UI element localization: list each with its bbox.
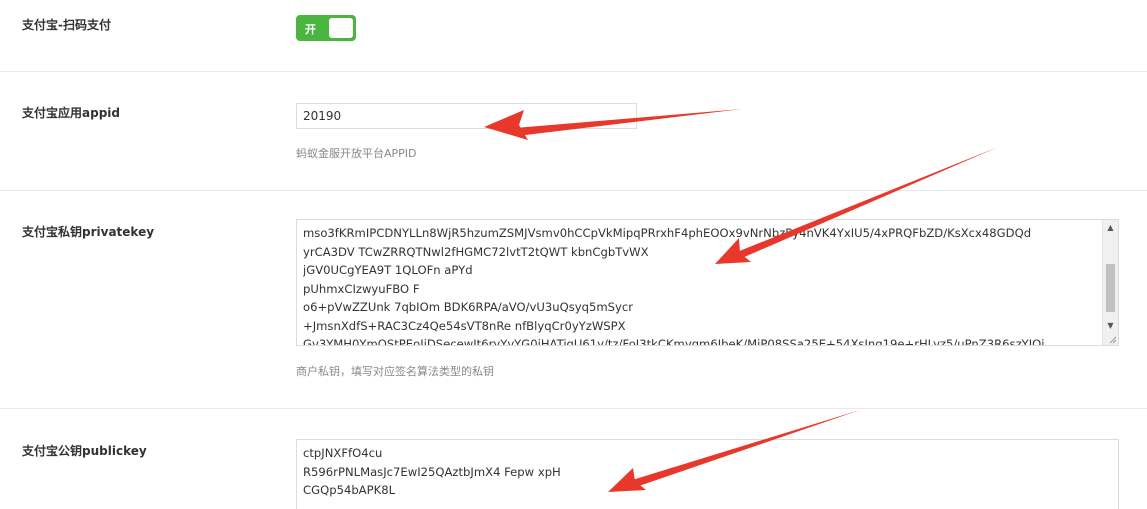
private-key-line: pUhmxCIzwyuFBO F <box>303 281 420 296</box>
private-key-textarea[interactable]: mso3fKRmIPCDNYLLn8WjR5hzumZSMJVsmv0hCCpV… <box>296 219 1119 346</box>
public-key-line: R596rPNLMasJc7EwI25QAztbJmX4 Fepw xpH <box>303 464 561 479</box>
private-key-line: Gv3YMH0YmOStPEoJiDSecewIt6ryYvYG0iHATigU… <box>303 337 1045 346</box>
private-key-line: o6+pVwZZUnk 7qbIOm BDK6RPA/aVO/vU3uQsyq5… <box>303 300 634 314</box>
toggle-on-text: 开 <box>305 23 316 36</box>
scroll-up-icon[interactable]: ▲ <box>1103 220 1118 235</box>
public-key-line: CGQp54bAPK8L <box>303 483 396 497</box>
private-key-line: yrCA3DV TCwZRRQTNwl2fHGMC72lvtT2tQWT kbn… <box>303 244 649 259</box>
public-key-textarea[interactable]: ctpJNXFfO4cu R596rPNLMasJc7EwI25QAztbJmX… <box>296 439 1119 509</box>
private-key-line: +JmsnXdfS+RAC3Cz4Qe54sVT8nRe nfBlyqCr0yY… <box>303 318 626 333</box>
scroll-down-icon[interactable]: ▼ <box>1103 318 1118 333</box>
scan-pay-toggle[interactable]: 开 <box>296 15 356 41</box>
resize-grip-icon[interactable] <box>1107 334 1117 344</box>
scroll-thumb[interactable] <box>1106 264 1115 312</box>
public-key-label: 支付宝公钥publickey <box>22 444 147 458</box>
private-key-line: jGV0UCgYEA9T 1QLOFn aPYd <box>303 263 473 277</box>
appid-hint: 蚂蚁金服开放平台APPID <box>296 147 417 160</box>
private-key-label: 支付宝私钥privatekey <box>22 225 155 239</box>
scan-pay-label: 支付宝-扫码支付 <box>22 18 111 32</box>
toggle-knob <box>329 18 353 38</box>
private-key-hint: 商户私钥，填写对应签名算法类型的私钥 <box>296 365 494 378</box>
private-key-text: mso3fKRmIPCDNYLLn8WjR5hzumZSMJVsmv0hCCpV… <box>303 224 1100 346</box>
appid-label: 支付宝应用appid <box>22 106 120 120</box>
appid-input[interactable]: 20190 <box>296 103 637 129</box>
public-key-text: ctpJNXFfO4cu R596rPNLMasJc7EwI25QAztbJmX… <box>303 444 1100 500</box>
private-key-scrollbar[interactable]: ▲ ▼ <box>1102 220 1118 345</box>
private-key-line: mso3fKRmIPCDNYLLn8WjR5hzumZSMJVsmv0hCCpV… <box>303 226 1032 240</box>
public-key-line: ctpJNXFfO4cu <box>303 446 383 460</box>
appid-section <box>0 71 1147 191</box>
appid-value: 20190 <box>303 109 342 123</box>
